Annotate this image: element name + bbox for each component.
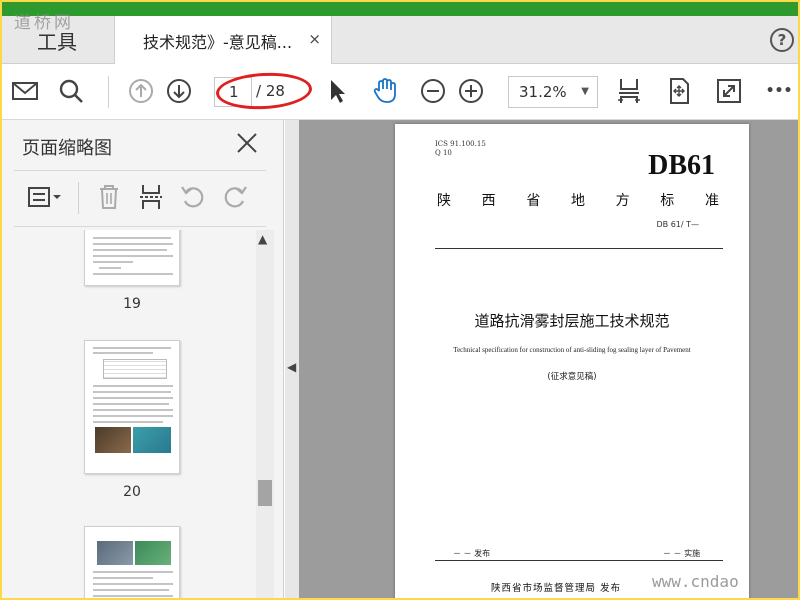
tab-document[interactable]: 技术规范》-意见稿... × xyxy=(114,16,332,65)
fit-width-icon[interactable] xyxy=(612,74,646,108)
issuing-authority: 陕西省市场监督管理局 发布 xyxy=(491,583,622,594)
category-char: 地 xyxy=(570,193,585,209)
text-line xyxy=(93,577,153,579)
tab-document-label: 技术规范》-意见稿... xyxy=(143,32,293,52)
thumbnail-page-20[interactable] xyxy=(84,340,180,474)
category-char: 准 xyxy=(704,193,719,209)
mail-icon[interactable] xyxy=(8,74,42,108)
thumbnail-photo xyxy=(135,541,171,565)
zoom-in-icon[interactable] xyxy=(454,74,488,108)
ics-line: Q 10 xyxy=(435,149,452,157)
sidebar-divider xyxy=(14,170,266,171)
thumbnail-page-19[interactable] xyxy=(84,230,180,286)
text-line xyxy=(93,583,173,585)
toolbar-divider xyxy=(108,76,109,108)
thumbnail-photo xyxy=(95,427,131,453)
top-accent-bar xyxy=(2,2,798,16)
zoom-out-icon[interactable] xyxy=(416,74,450,108)
thumbnail-sidebar: 页面缩略图 19 20 ▲ xyxy=(2,120,284,598)
delete-page-icon[interactable] xyxy=(92,180,126,214)
document-viewer: ◀ ICS 91.100.15 Q 10 DB61 陕 西 省 地 方 标 准 … xyxy=(285,120,798,598)
previous-page-icon[interactable] xyxy=(124,74,158,108)
text-line xyxy=(93,421,163,423)
collapse-sidebar-handle[interactable]: ◀ xyxy=(285,120,299,598)
scroll-up-icon[interactable]: ▲ xyxy=(258,232,267,246)
chevron-down-icon: ▼ xyxy=(581,86,589,97)
help-icon[interactable]: ? xyxy=(770,28,794,52)
category-char: 西 xyxy=(481,193,496,209)
text-line xyxy=(93,595,173,597)
text-line xyxy=(93,403,169,405)
watermark-bottom: www.cndao xyxy=(652,572,739,591)
more-options-icon[interactable]: ••• xyxy=(762,74,796,108)
text-line xyxy=(93,352,153,354)
close-tab-icon[interactable]: × xyxy=(308,30,321,48)
watermark-top: 道桥网 xyxy=(14,13,74,33)
text-line xyxy=(99,267,121,269)
thumbnail-number: 20 xyxy=(123,484,141,500)
next-page-icon[interactable] xyxy=(162,74,196,108)
text-line xyxy=(93,415,173,417)
text-line xyxy=(93,385,173,387)
sidebar-divider xyxy=(14,226,266,227)
text-line xyxy=(93,237,171,239)
ics-line: ICS 91.100.15 xyxy=(435,140,486,148)
category-char: 方 xyxy=(615,193,630,209)
rotate-left-icon[interactable] xyxy=(176,180,210,214)
text-line xyxy=(93,397,173,399)
app-window: 道桥网 工具 技术规范》-意见稿... × ? 1 / 28 31.2% ▼ •… xyxy=(2,2,798,598)
tab-bar: 工具 技术规范》-意见稿... × ? xyxy=(2,16,798,65)
thumbnail-options-icon[interactable] xyxy=(24,180,66,214)
zoom-level-select[interactable]: 31.2% ▼ xyxy=(508,76,598,108)
ics-code: ICS 91.100.15 Q 10 xyxy=(435,140,486,158)
chevron-left-icon: ◀ xyxy=(287,360,297,374)
text-line xyxy=(93,409,173,411)
thumbnail-table xyxy=(103,359,167,379)
sidebar-scrollbar[interactable] xyxy=(256,230,274,598)
document-title: 道路抗滑雾封层施工技术规范 xyxy=(474,312,670,330)
thumbnail-photo xyxy=(133,427,171,453)
sidebar-toolbar-divider xyxy=(78,182,79,214)
sidebar-scroll-thumb[interactable] xyxy=(258,480,272,506)
text-line xyxy=(93,261,133,263)
zoom-level-value: 31.2% xyxy=(519,83,567,101)
thumbnail-photo xyxy=(97,541,133,565)
sidebar-toolbar xyxy=(2,176,284,222)
text-line xyxy=(93,273,173,275)
footer-rule xyxy=(435,560,723,561)
document-page: ICS 91.100.15 Q 10 DB61 陕 西 省 地 方 标 准 DB… xyxy=(395,124,749,598)
rotate-right-icon[interactable] xyxy=(218,180,252,214)
category-char: 陕 xyxy=(437,193,451,209)
text-line xyxy=(93,255,173,257)
full-screen-icon[interactable] xyxy=(712,74,746,108)
thumbnail-number: 19 xyxy=(123,296,141,312)
text-line xyxy=(93,249,167,251)
category-char: 标 xyxy=(660,193,675,209)
category-char: 省 xyxy=(526,193,541,209)
implement-date: － － 实施 xyxy=(663,549,701,558)
standard-code: DB61 xyxy=(648,150,715,181)
main-toolbar: 1 / 28 31.2% ▼ ••• xyxy=(2,64,798,120)
standard-number: DB 61/ T— xyxy=(656,220,700,229)
fit-page-icon[interactable] xyxy=(662,74,696,108)
publish-date: － － 发布 xyxy=(453,549,491,558)
hand-tool-icon[interactable] xyxy=(368,74,402,108)
search-icon[interactable] xyxy=(54,74,88,108)
text-line xyxy=(93,571,173,573)
extract-page-icon[interactable] xyxy=(134,180,168,214)
sidebar-title: 页面缩略图 xyxy=(22,138,112,159)
document-title-english: Technical specification for construction… xyxy=(453,346,691,354)
text-line xyxy=(93,589,169,591)
header-rule xyxy=(435,248,723,249)
text-line xyxy=(93,347,171,349)
text-line xyxy=(93,243,173,245)
thumbnail-page-21[interactable] xyxy=(84,526,180,598)
standard-category: 陕 西 省 地 方 标 准 xyxy=(437,190,719,210)
select-cursor-icon[interactable] xyxy=(320,74,354,108)
text-line xyxy=(93,391,171,393)
draft-note: (征求意见稿) xyxy=(547,372,597,382)
thumbnail-list: 19 20 xyxy=(2,230,284,598)
close-sidebar-icon[interactable] xyxy=(234,130,260,156)
